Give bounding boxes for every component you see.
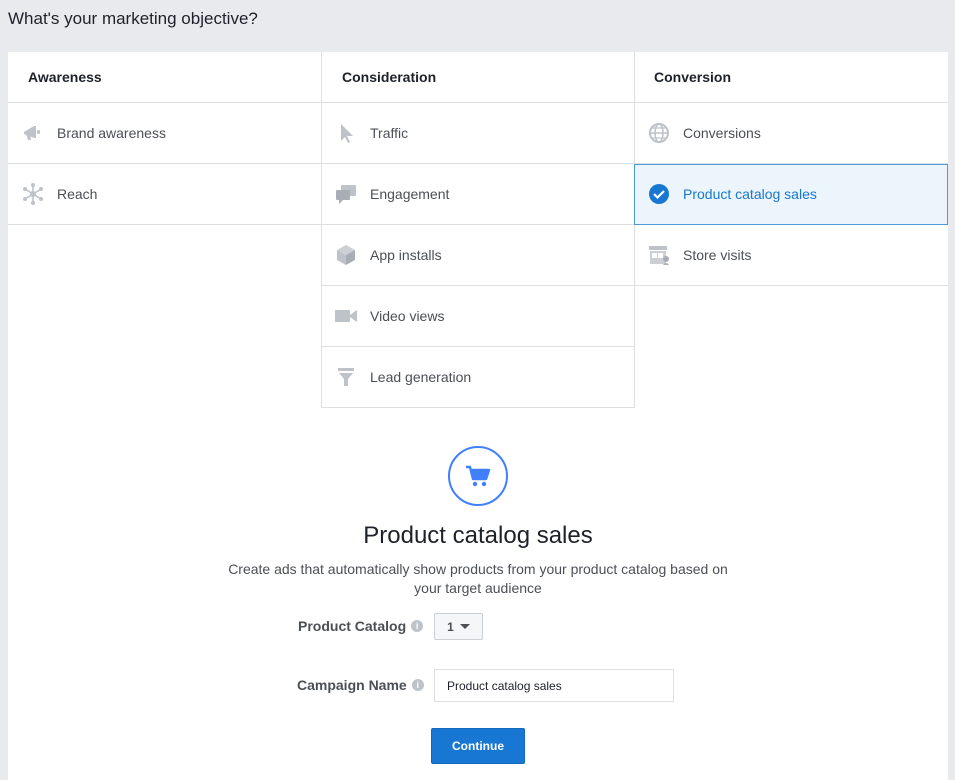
info-icon[interactable]: i	[411, 679, 424, 691]
objective-lead-generation[interactable]: Lead generation	[322, 347, 634, 408]
column-consideration: Consideration Traffic Engagement App ins…	[321, 52, 635, 408]
column-header-awareness: Awareness	[8, 52, 321, 103]
column-awareness: Awareness Brand awareness Reach	[8, 52, 321, 225]
megaphone-icon	[21, 121, 45, 145]
objective-video-views[interactable]: Video views	[322, 286, 634, 347]
globe-icon	[647, 121, 671, 145]
objective-store-visits[interactable]: Store visits	[634, 225, 948, 286]
objective-conversions[interactable]: Conversions	[634, 103, 948, 164]
caret-down-icon	[459, 624, 470, 629]
campaign-name-input[interactable]	[434, 669, 674, 702]
funnel-icon	[334, 365, 358, 389]
objective-reach[interactable]: Reach	[8, 164, 321, 225]
objective-label: Video views	[370, 308, 445, 324]
product-catalog-label: Product Catalog	[298, 618, 407, 634]
cube-icon	[334, 243, 358, 267]
reach-icon	[21, 182, 45, 206]
objective-label: Reach	[57, 186, 98, 202]
objective-label: Store visits	[683, 247, 752, 263]
campaign-name-row: Campaign Name i	[297, 677, 424, 693]
objective-label: Brand awareness	[57, 125, 166, 141]
shopping-cart-icon	[448, 446, 508, 506]
objective-app-installs[interactable]: App installs	[322, 225, 634, 286]
campaign-name-label: Campaign Name	[297, 677, 407, 693]
product-catalog-row: Product Catalog i	[298, 618, 424, 634]
column-conversion: Conversion Conversions Product catalog s…	[634, 52, 948, 286]
objective-label: App installs	[370, 247, 442, 263]
column-header-conversion: Conversion	[634, 52, 948, 103]
info-icon[interactable]: i	[411, 620, 424, 632]
checkmark-icon	[647, 182, 671, 206]
objective-label: Conversions	[683, 125, 761, 141]
column-header-consideration: Consideration	[322, 52, 634, 103]
detail-title: Product catalog sales	[363, 522, 593, 549]
objective-brand-awareness[interactable]: Brand awareness	[8, 103, 321, 164]
objective-label: Engagement	[370, 186, 450, 202]
objective-product-catalog-sales[interactable]: Product catalog sales	[634, 164, 948, 225]
continue-button[interactable]: Continue	[431, 728, 525, 764]
chat-bubbles-icon	[334, 182, 358, 206]
objective-label: Product catalog sales	[683, 186, 817, 202]
video-camera-icon	[334, 304, 358, 328]
objective-engagement[interactable]: Engagement	[322, 164, 634, 225]
objective-panel: Awareness Brand awareness Reach Consider…	[8, 52, 948, 780]
objective-traffic[interactable]: Traffic	[322, 103, 634, 164]
store-icon	[647, 243, 671, 267]
product-catalog-select[interactable]: 1	[434, 613, 483, 640]
detail-description: Create ads that automatically show produ…	[228, 561, 728, 596]
product-catalog-value: 1	[447, 619, 454, 634]
page-title: What's your marketing objective?	[8, 9, 258, 28]
objective-label: Traffic	[370, 125, 409, 141]
objective-label: Lead generation	[370, 369, 472, 385]
cursor-icon	[334, 121, 358, 145]
